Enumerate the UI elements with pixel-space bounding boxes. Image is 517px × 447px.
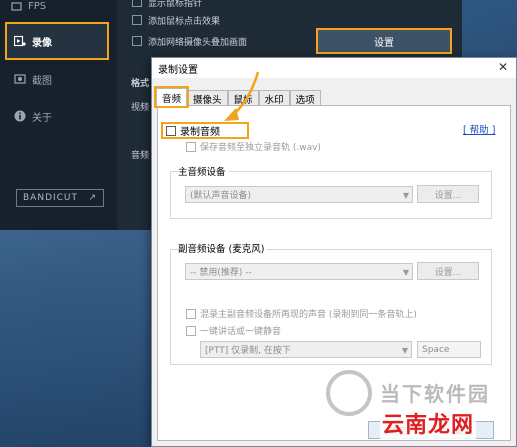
checkbox[interactable] [132,36,142,46]
tab-strip: 音频 摄像头 鼠标 水印 选项 [153,86,321,108]
record-audio-checkbox[interactable]: 录制音频 [161,122,249,139]
tab-mouse[interactable]: 鼠标 [227,90,259,106]
video-record-icon [14,35,26,47]
ptt-key-field[interactable]: Space [417,341,481,358]
info-icon [14,110,26,122]
primary-device-value: (默认声音设备) [190,191,252,201]
bandicut-label: BANDICUT [23,193,79,203]
secondary-device-select[interactable]: -- 禁用(推荐) -- ▼ [185,263,413,280]
primary-device-title: 主音频设备 [178,164,229,178]
sidebar-item-fps[interactable]: FPS [10,0,46,17]
sidebar: FPS 录像 截图 关于 BANDICUT ↗ [0,0,117,230]
chevron-down-icon: ▼ [401,346,408,355]
mix-audio-label: 混录主副音频设备所再现的声音 (录制到同一条音轨上) [200,310,417,320]
option-click-effect[interactable]: 添加鼠标点击效果 [132,13,220,27]
sidebar-item-record[interactable]: 录像 [14,30,52,52]
secondary-device-value: -- 禁用(推荐) -- [190,268,252,278]
audio-label: 音频 [131,151,150,161]
screenshot-icon [14,73,26,85]
chevron-down-icon: ▼ [402,268,409,277]
save-separate-track-option[interactable]: 保存音频至独立录音轨 (.wav) [186,140,321,153]
fps-icon [10,0,22,12]
tab-watermark[interactable]: 水印 [258,90,290,106]
watermark-logo [326,370,372,416]
checkbox[interactable] [132,15,142,25]
dialog-titlebar[interactable]: 录制设置 ✕ [152,58,516,78]
option-label: 添加鼠标点击效果 [148,16,221,27]
help-link[interactable]: [ 帮助 ] [463,122,495,136]
sidebar-item-label: 录像 [32,37,52,49]
settings-button[interactable]: 设置 [316,28,452,54]
background-wave [0,230,160,447]
sidebar-item-screenshot[interactable]: 截图 [14,68,52,90]
external-link-icon: ↗ [88,193,97,203]
option-label: 添加网络摄像头叠加画面 [148,37,248,48]
ptt-mode-select[interactable]: [PTT] 仅录制, 在按下 ▼ [200,341,412,358]
ptt-mode-value: [PTT] 仅录制, 在按下 [205,346,291,356]
primary-settings-button[interactable]: 设置... [417,185,479,203]
tab-webcam[interactable]: 摄像头 [187,90,228,106]
tab-options[interactable]: 选项 [289,90,321,106]
format-label: 格式 [131,79,150,89]
sidebar-item-label: 关于 [32,112,52,124]
mix-audio-option[interactable]: 混录主副音频设备所再现的声音 (录制到同一条音轨上) [186,307,417,320]
checkbox[interactable] [166,125,176,136]
secondary-settings-button[interactable]: 设置... [417,262,479,280]
checkbox[interactable] [132,0,142,7]
ptt-option[interactable]: 一键讲话或一键静音 [186,324,281,337]
secondary-device-title: 副音频设备 (麦克风) [178,241,268,255]
primary-device-select[interactable]: (默认声音设备) ▼ [185,186,413,203]
option-webcam-overlay[interactable]: 添加网络摄像头叠加画面 [132,34,247,48]
sidebar-item-label: 截图 [32,75,52,87]
chevron-down-icon: ▼ [402,191,409,200]
bandicut-button[interactable]: BANDICUT ↗ [16,189,104,207]
record-audio-label: 录制音频 [180,127,220,138]
option-label: 显示鼠标指针 [148,0,203,9]
save-separate-label: 保存音频至独立录音轨 (.wav) [200,143,321,153]
video-label: 视频 [131,103,150,113]
close-icon[interactable]: ✕ [496,60,510,74]
dialog-title: 录制设置 [158,64,198,76]
checkbox[interactable] [186,308,196,319]
sidebar-item-label: FPS [28,0,47,12]
tab-audio[interactable]: 音频 [153,86,190,108]
checkbox[interactable] [186,141,196,152]
watermark-brand: 云南龙网 [380,407,477,439]
ptt-label: 一键讲话或一键静音 [200,327,282,337]
watermark-text: 当下软件园 [380,382,490,406]
sidebar-item-about[interactable]: 关于 [14,105,52,127]
option-show-cursor[interactable]: 显示鼠标指针 [132,0,202,9]
checkbox[interactable] [186,325,196,336]
